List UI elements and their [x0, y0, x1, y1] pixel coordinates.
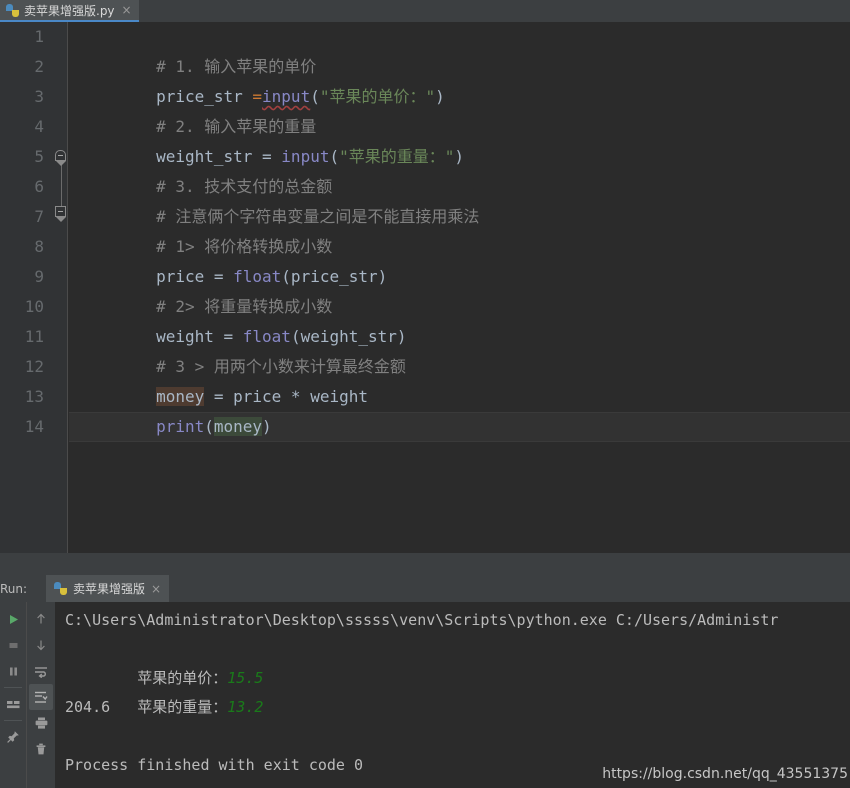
fold-region-line: [61, 162, 62, 210]
editor-tab-bar: 卖苹果增强版.py ×: [0, 0, 850, 23]
pin-tab-button[interactable]: [1, 724, 25, 750]
run-tab-title: 卖苹果增强版: [73, 582, 146, 596]
csdn-watermark: https://blog.csdn.net/qq_43551375: [602, 766, 848, 782]
pause-icon: [9, 667, 17, 675]
line-number: 4: [34, 117, 44, 136]
fold-marker-end-arrow: [56, 217, 66, 222]
code-line: # 3 > 用两个小数来计算最终金额: [69, 322, 406, 376]
fold-marker-start-arrow: [56, 161, 66, 166]
layout-icon: [6, 700, 19, 708]
code-line: weight = float(weight_str): [69, 292, 406, 346]
down-button[interactable]: [29, 632, 53, 658]
console-command-line: C:\Users\Administrator\Desktop\sssss\ven…: [65, 611, 779, 629]
code-token-string: "苹果的重量：": [339, 147, 455, 166]
editor-tab-title: 卖苹果增强版.py: [24, 3, 115, 18]
line-number: 6: [34, 177, 44, 196]
trash-icon: [36, 743, 46, 755]
run-tab-sell-apple[interactable]: 卖苹果增强版 ×: [46, 575, 170, 602]
line-number: 2: [34, 57, 44, 76]
code-editor[interactable]: 1 2 3 4 5 6 7 8 9 10 11 12 13 14 # 1. 输入…: [0, 22, 850, 575]
fold-marker-end[interactable]: [55, 206, 66, 217]
line-number: 3: [34, 87, 44, 106]
code-line: # 2. 输入苹果的重量: [69, 82, 316, 136]
code-line: # 注意俩个字符串变量之间是不能直接用乘法: [69, 172, 479, 226]
print-button[interactable]: [29, 710, 53, 736]
console-exit-message: Process finished with exit code 0: [65, 756, 364, 774]
line-number: 9: [34, 267, 44, 286]
code-content[interactable]: # 1. 输入苹果的单价 price_str =input("苹果的单价：") …: [69, 22, 850, 575]
line-number: 7: [34, 207, 44, 226]
rerun-button[interactable]: [1, 606, 25, 632]
code-line: print(money): [69, 382, 272, 436]
toolbar-divider: [4, 687, 22, 688]
code-line: weight_str = input("苹果的重量："): [69, 112, 464, 166]
code-token-identifier-highlighted-read: money: [213, 417, 263, 436]
code-token-paren: (: [204, 417, 214, 436]
line-number: 12: [24, 357, 44, 376]
line-number: 10: [24, 297, 44, 316]
play-icon: [9, 614, 18, 624]
code-line: # 1. 输入苹果的单价: [69, 22, 316, 76]
code-line: price = float(price_str): [69, 232, 387, 286]
stop-icon: [9, 642, 17, 648]
soft-wrap-button[interactable]: [29, 658, 53, 684]
editor-bottom-strip: [0, 553, 850, 575]
python-run-icon: [54, 582, 67, 595]
close-icon[interactable]: ×: [151, 582, 161, 596]
arrow-down-icon: [37, 640, 45, 651]
clear-all-button[interactable]: [29, 736, 53, 762]
run-toolbar-left: [0, 602, 26, 788]
editor-tab-sell-apple[interactable]: 卖苹果增强版.py ×: [0, 0, 139, 22]
run-tool-window-header: Run: 卖苹果增强版 ×: [0, 575, 850, 602]
run-toolbar-right: [26, 602, 55, 788]
pause-button[interactable]: [1, 658, 25, 684]
python-file-icon: [6, 3, 19, 17]
toolbar-divider: [4, 720, 22, 721]
run-label: Run:: [0, 581, 28, 596]
code-token-builtin: print: [156, 417, 205, 436]
close-icon[interactable]: ×: [120, 4, 132, 16]
console-output[interactable]: C:\Users\Administrator\Desktop\sssss\ven…: [55, 602, 850, 788]
line-number: 1: [34, 27, 44, 46]
code-token-string: "苹果的单价：": [319, 87, 436, 106]
code-line: # 2> 将重量转换成小数: [69, 262, 332, 316]
scroll-to-end-button[interactable]: [29, 684, 53, 710]
console-prompt-price: 苹果的单价：15.5: [65, 635, 263, 687]
up-button[interactable]: [29, 606, 53, 632]
code-line: # 3. 技术支付的总金额: [69, 142, 332, 196]
code-line: price_str =input("苹果的单价："): [69, 52, 445, 106]
console-result: 204.6: [65, 698, 111, 716]
arrow-up-icon: [37, 613, 45, 624]
stop-button[interactable]: [1, 632, 25, 658]
restore-layout-button[interactable]: [1, 691, 25, 717]
print-icon: [35, 717, 47, 729]
code-token-paren: ): [454, 147, 465, 166]
editor-gutter[interactable]: 1 2 3 4 5 6 7 8 9 10 11 12 13 14: [0, 22, 68, 575]
line-number: 13: [24, 387, 44, 406]
console-input-weight: 13.2: [227, 698, 264, 716]
line-number: 8: [34, 237, 44, 256]
run-tool-window: Run: 卖苹果增强版 × C:\Users\Administrator\Des…: [0, 575, 850, 788]
code-token-paren: ): [262, 417, 272, 436]
line-number: 11: [24, 327, 44, 346]
console-prompt-weight-label: 苹果的重量：: [137, 698, 228, 716]
pin-icon: [7, 731, 19, 743]
fold-marker-start[interactable]: [55, 150, 66, 161]
code-line: money = price * weight: [69, 352, 368, 406]
code-line: # 1> 将价格转换成小数: [69, 202, 332, 256]
line-number: 14: [24, 417, 44, 436]
line-number: 5: [34, 147, 44, 166]
code-token-paren: ): [435, 87, 445, 106]
pycharm-window: 卖苹果增强版.py × 1 2 3 4 5 6 7 8 9 10 11 12 1…: [0, 0, 850, 788]
console-prompt-weight: 苹果的重量：13.2: [65, 664, 263, 716]
scroll-to-end-icon: [35, 691, 48, 703]
soft-wrap-icon: [35, 667, 47, 678]
